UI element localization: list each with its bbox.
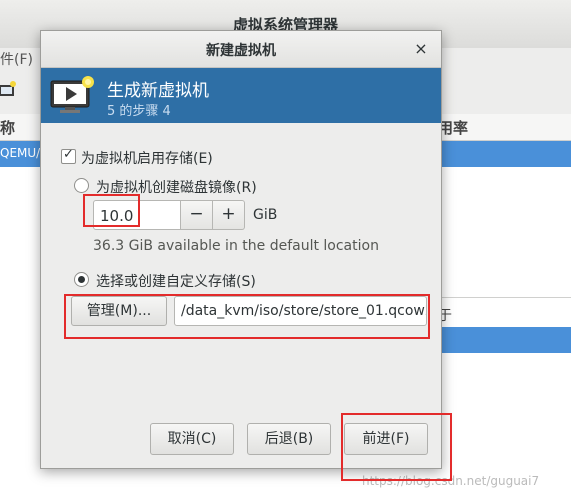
increase-size-button[interactable]: +: [213, 200, 245, 230]
create-disk-label[interactable]: 为虚拟机创建磁盘镜像(R): [96, 177, 257, 197]
disk-size-input[interactable]: 10.0: [93, 200, 181, 230]
manage-button[interactable]: 管理(M)...: [71, 296, 167, 326]
forward-button[interactable]: 前进(F): [344, 423, 428, 455]
enable-storage-label[interactable]: 为虚拟机启用存储(E): [81, 148, 213, 168]
column-usage-header[interactable]: 用率: [438, 117, 468, 138]
banner-title: 生成新虚拟机: [107, 81, 209, 101]
wizard-banner: 生成新虚拟机 5 的步骤 4: [41, 68, 441, 123]
watermark: https://blog.csdn.net/guguai7: [362, 474, 540, 488]
monitor-play-icon: [50, 76, 94, 113]
dialog-titlebar: 新建虚拟机 ×: [41, 31, 441, 68]
step-indicator: 5 的步骤 4: [107, 104, 171, 119]
row-divider: [438, 297, 571, 298]
custom-storage-label[interactable]: 选择或创建自定义存储(S): [96, 271, 256, 291]
size-unit-label: GiB: [253, 207, 278, 223]
selected-row[interactable]: [438, 327, 571, 353]
back-button[interactable]: 后退(B): [247, 423, 331, 455]
dialog-title: 新建虚拟机: [206, 43, 276, 59]
new-vm-dialog: 新建虚拟机 × 生成新虚拟机 5 的步骤 4 ✓ 为虚拟机启用存储(E) 为虚拟…: [40, 30, 442, 469]
column-name-header[interactable]: 称: [0, 117, 15, 138]
checkmark-icon: ✓: [63, 147, 74, 162]
create-disk-radio[interactable]: [74, 178, 89, 193]
new-vm-icon[interactable]: [0, 80, 16, 100]
storage-path-input[interactable]: /data_kvm/iso/store/store_01.qcow2: [174, 296, 427, 326]
custom-storage-radio[interactable]: [74, 272, 89, 287]
radio-selected-dot: [78, 276, 85, 283]
close-icon[interactable]: ×: [411, 39, 431, 59]
cancel-button[interactable]: 取消(C): [150, 423, 234, 455]
enable-storage-checkbox[interactable]: ✓: [61, 147, 76, 164]
available-space-text: 36.3 GiB available in the default locati…: [93, 238, 379, 254]
decrease-size-button[interactable]: −: [181, 200, 213, 230]
menu-file[interactable]: 件(F): [0, 49, 33, 69]
connection-row-label: QEMU/: [0, 146, 41, 160]
